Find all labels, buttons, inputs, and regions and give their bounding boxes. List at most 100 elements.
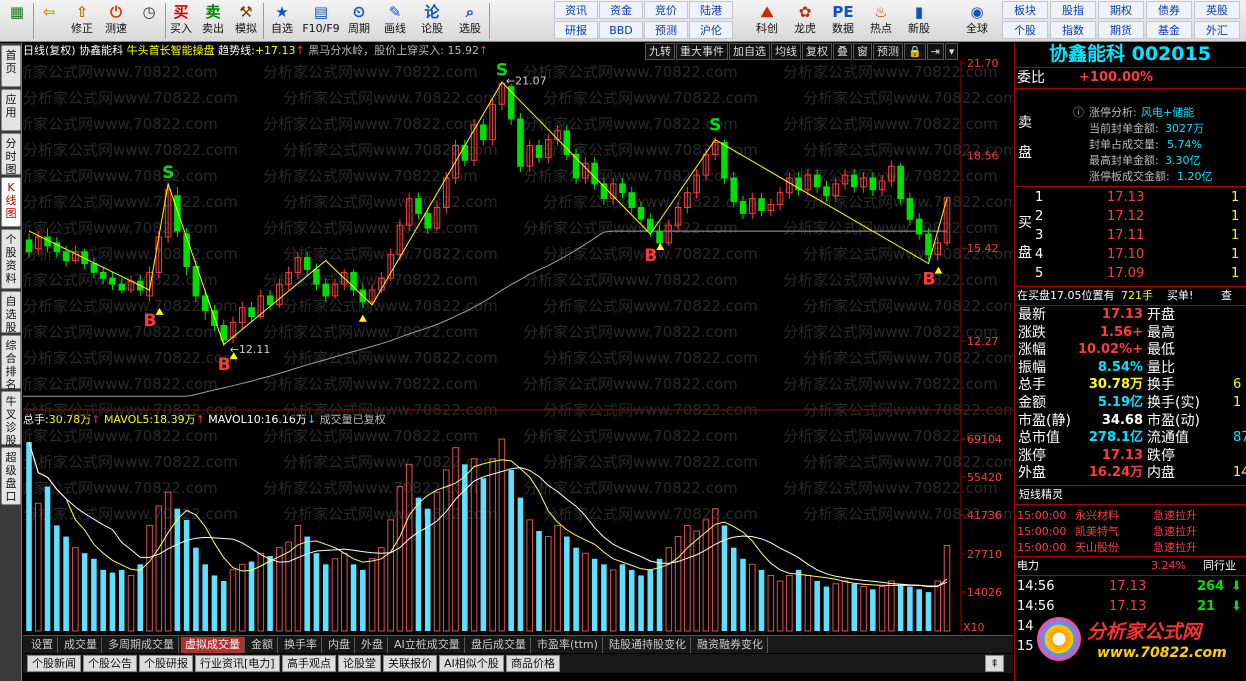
toolbar-tab[interactable]: 预测 [644, 21, 688, 39]
quote-panel: 协鑫能科 002015 委比 +100.00% 卖盘 ⓘ 涨停分析: 风电+储能 当前封单金额… [1014, 43, 1246, 681]
indicator-tab[interactable]: 盘后成交量 [467, 637, 531, 653]
info-tab[interactable]: 个股新闻 [27, 655, 81, 672]
candle-body [591, 162, 598, 185]
toolbar-tab[interactable]: 资讯 [554, 1, 598, 19]
info-tab[interactable]: 个股公告 [83, 655, 137, 672]
watermark-text: 分析家公式网www.70822.com [543, 453, 758, 471]
volume-bar [155, 505, 163, 632]
vol-tick-label: 69104 [967, 433, 1002, 446]
volume-bar [415, 497, 422, 631]
newstock-btn[interactable]: ▮ 新股 [902, 0, 936, 42]
indicator-tab[interactable]: 多周期成交量 [104, 637, 179, 653]
zt-title: 涨停分析: [1089, 106, 1137, 119]
volume-bar [304, 536, 310, 631]
toolbar-tab[interactable]: 期货 [1098, 21, 1144, 39]
quote-value: 14 [1233, 465, 1246, 481]
quote-value: 1 [1233, 395, 1242, 410]
leftnav-item[interactable]: 首页 [1, 45, 21, 87]
info-tab[interactable]: 个股研报 [139, 655, 193, 672]
volume-bar [832, 583, 840, 632]
volume-bar [387, 519, 394, 632]
toolbar-tab[interactable]: 股指 [1050, 1, 1096, 19]
indicator-tab[interactable]: AI立桩成交量 [390, 637, 465, 653]
toolbar-tab[interactable]: 板块 [1002, 1, 1048, 19]
info-tab[interactable]: 高手观点 [282, 655, 336, 672]
leftnav-item[interactable]: K线图 [1, 177, 21, 227]
divider [1015, 88, 1246, 89]
toolbar-tab[interactable]: 研报 [554, 21, 598, 39]
volume-bar [925, 592, 932, 631]
clock-btn[interactable]: ◷ [134, 0, 164, 42]
info-tab[interactable]: 关联报价 [383, 655, 437, 672]
leftnav-item[interactable]: 个股资料 [1, 229, 21, 289]
volume-bar [229, 569, 237, 632]
leftnav-item[interactable]: 应用 [1, 89, 21, 131]
toolbar-tab[interactable]: 陆港 [689, 1, 733, 19]
info-tab[interactable]: 商品价格 [506, 655, 560, 672]
info-tab[interactable]: 论股堂 [338, 655, 381, 672]
f10-btn[interactable]: ▤ F10/F9 [302, 0, 340, 42]
leftnav-item[interactable]: 牛叉诊股 [1, 391, 21, 447]
toolbar-tab[interactable]: 债券 [1146, 1, 1192, 19]
industry-note[interactable]: 同行业 [1203, 558, 1236, 574]
indicator-tab[interactable]: 成交量 [60, 637, 102, 653]
buy-price: 17.13 [1107, 190, 1145, 205]
measure-btn[interactable]: ⏻ 测速 [100, 0, 132, 42]
buy-volume: 1 [1231, 228, 1240, 243]
toolbar-tab[interactable]: 个股 [1002, 21, 1048, 39]
leftnav-item[interactable]: 综合排名 [1, 335, 21, 391]
longhu-label: 龙虎 [794, 22, 816, 35]
indicator-tab[interactable]: 陆股通持股变化 [605, 637, 691, 653]
kline-chart-area[interactable]: 日线(复权) 协鑫能科 牛头首长智能操盘 趋势线:+17.13↑ 黑马分水岭，股… [23, 43, 1013, 635]
select-btn[interactable]: ⌕ 选股 [452, 0, 488, 42]
indicator-tab[interactable]: 设置 [27, 637, 58, 653]
kechuang-btn[interactable]: ⛰ 科创 [750, 0, 784, 42]
longhu-btn[interactable]: ✿ 龙虎 [788, 0, 822, 42]
toolbar-tab[interactable]: BBD [599, 21, 643, 39]
global-btn[interactable]: ◉ 全球 [960, 0, 994, 42]
collapse-icon[interactable]: ⇞ [985, 655, 1005, 672]
toolbar-tab[interactable]: 资金 [599, 1, 643, 19]
data-btn[interactable]: PE 数据 [826, 0, 860, 42]
fix-btn[interactable]: ⇧ 修正 [66, 0, 98, 42]
lunshu-label: 论股 [421, 22, 443, 35]
tick-time: 14:56 [1017, 579, 1055, 594]
toolbar-tab[interactable]: 指数 [1050, 21, 1096, 39]
indicator-tab[interactable]: 虚拟成交量 [181, 637, 245, 653]
watermark-text: 分析家公式网www.70822.com [263, 167, 478, 185]
toolbar-tab[interactable]: 竞价 [644, 1, 688, 19]
toolbar-tab[interactable]: 期权 [1098, 1, 1144, 19]
back-btn[interactable]: ⇦ [34, 0, 64, 42]
shortline-stock: 凯美特气 [1075, 525, 1119, 538]
indicator-tab[interactable]: 内盘 [324, 637, 355, 653]
leftnav-item[interactable]: 超级盘口 [1, 447, 21, 505]
cycle-btn[interactable]: ⏲ 周期 [342, 0, 376, 42]
leftnav-item[interactable]: 自选股 [1, 291, 21, 334]
volume-bar [118, 569, 125, 631]
indicator-tab[interactable]: 金额 [247, 637, 278, 653]
sim-btn[interactable]: ⚒ 模拟 [230, 0, 262, 42]
home-btn[interactable]: ▦ [2, 0, 32, 42]
volume-bar [452, 447, 459, 632]
leftnav-item[interactable]: 分时图 [1, 133, 21, 176]
indicator-tab[interactable]: 换手率 [280, 637, 322, 653]
draw-btn[interactable]: ✎ 画线 [378, 0, 412, 42]
toolbar-tab[interactable]: 沪伦 [689, 21, 733, 39]
indicator-tab[interactable]: 市盈率(ttm) [533, 637, 603, 653]
toolbar-tab[interactable]: 基金 [1146, 21, 1192, 39]
buy-btn[interactable]: 买买入 [166, 0, 196, 42]
info-tab[interactable]: AI相似个股 [439, 655, 504, 672]
watermark-text: 分析家公式网www.70822.com [523, 219, 738, 237]
query-button[interactable]: 查 [1221, 288, 1232, 304]
lunshu-btn[interactable]: 论论股 [414, 0, 450, 42]
indicator-tab[interactable]: 融资融券变化 [693, 637, 768, 653]
hot-btn[interactable]: ♨ 热点 [864, 0, 898, 42]
selfsel-btn[interactable]: ★ 自选 [264, 0, 300, 42]
info-tab[interactable]: 行业资讯[电力] [195, 655, 280, 672]
sell-btn[interactable]: 卖卖出 [198, 0, 228, 42]
toolbar-tab[interactable]: 英股 [1194, 1, 1240, 19]
indicator-tab[interactable]: 外盘 [357, 637, 388, 653]
volume-bar [276, 547, 283, 632]
quote-label: 市盈(静) [1018, 412, 1071, 429]
toolbar-tab[interactable]: 外汇 [1194, 21, 1240, 39]
